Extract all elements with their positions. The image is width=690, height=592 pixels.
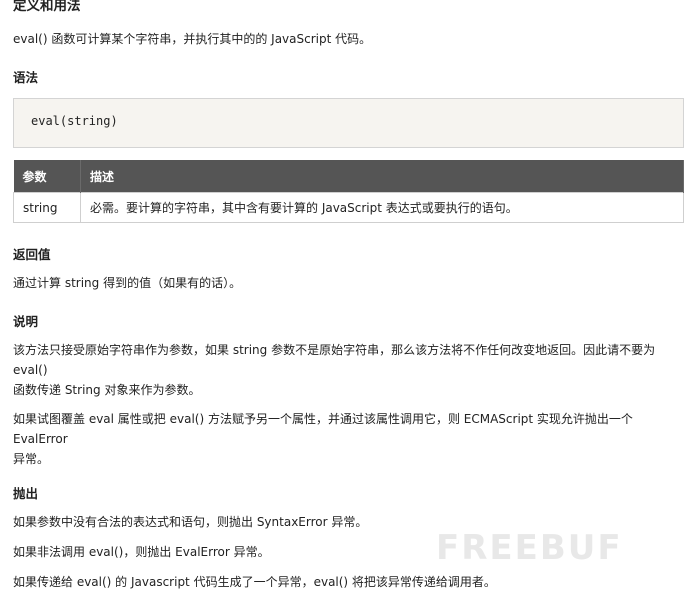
params-header-row: 参数 描述 [13,160,684,193]
throws-line3: 如果传递给 eval() 的 Javascript 代码生成了一个异常，eval… [13,575,496,589]
description-para1-line1: 该方法只接受原始字符串作为参数，如果 string 参数不是原始字符串，那么该方… [13,343,656,377]
description-heading: 说明 [13,314,39,329]
syntax-heading: 语法 [13,70,39,85]
param-name-cell: string [13,192,81,223]
definition-heading: 定义和用法 [13,0,81,14]
watermark-logo: FREEBUF [436,528,623,568]
watermark-text: FREEBUF [436,528,623,568]
description-para1-line2: 函数传递 String 对象来作为参数。 [13,383,201,397]
description-para2-line1: 如果试图覆盖 eval 属性或把 eval() 方法赋予另一个属性，并通过该属性… [13,412,633,446]
description-para2-line2: 异常。 [13,452,50,466]
syntax-code-block: eval(string) [13,98,684,148]
definition-text: eval() 函数可计算某个字符串，并执行其中的的 JavaScript 代码。 [13,32,372,46]
param-desc-cell: 必需。要计算的字符串，其中含有要计算的 JavaScript 表达式或要执行的语… [80,192,684,223]
params-header-param: 参数 [13,160,81,193]
return-text: 通过计算 string 得到的值（如果有的话）。 [13,276,242,290]
table-row: string 必需。要计算的字符串，其中含有要计算的 JavaScript 表达… [13,192,684,223]
params-table: 参数 描述 string 必需。要计算的字符串，其中含有要计算的 JavaScr… [13,160,684,223]
return-heading: 返回值 [13,247,51,262]
params-header-desc: 描述 [80,160,684,193]
throws-heading: 抛出 [13,486,39,501]
doc-content: 定义和用法 eval() 函数可计算某个字符串，并执行其中的的 JavaScri… [0,0,690,592]
syntax-code: eval(string) [31,114,118,128]
